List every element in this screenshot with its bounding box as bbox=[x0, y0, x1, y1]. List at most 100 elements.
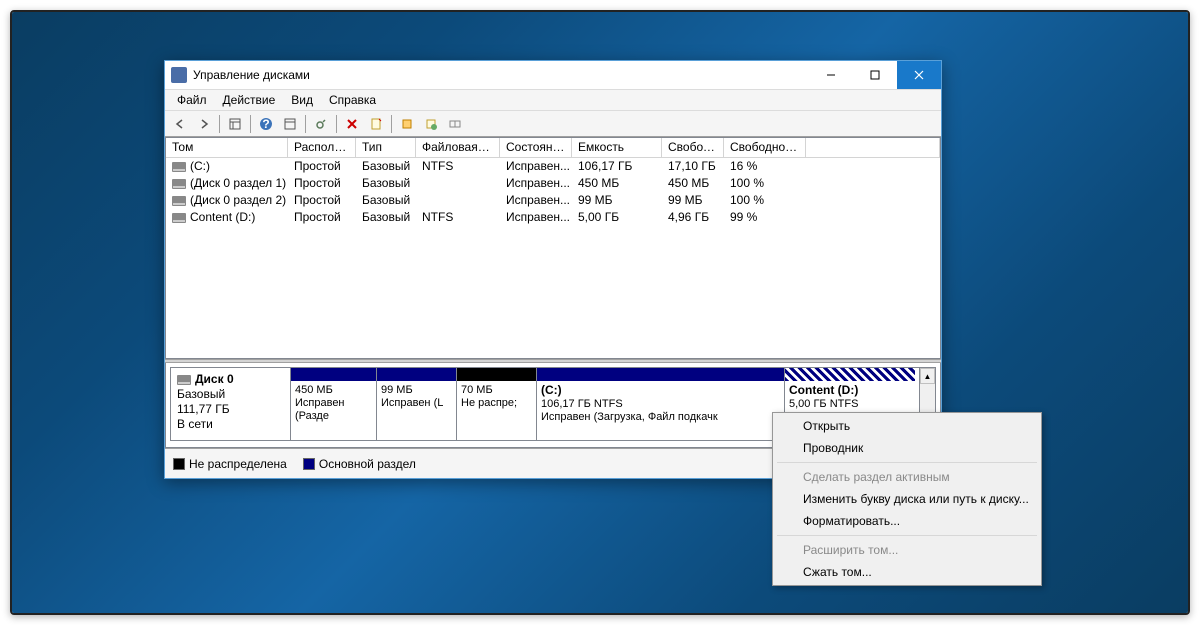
cell: Простой bbox=[288, 175, 356, 192]
cell: 450 МБ bbox=[572, 175, 662, 192]
column-header[interactable]: Том bbox=[166, 138, 288, 158]
context-menu-item: Сделать раздел активным bbox=[775, 466, 1039, 488]
disk-size: 111,77 ГБ bbox=[177, 402, 230, 416]
cell: 4,96 ГБ bbox=[662, 209, 724, 226]
column-header[interactable]: Располо... bbox=[288, 138, 356, 158]
context-menu-item[interactable]: Изменить букву диска или путь к диску... bbox=[775, 488, 1039, 510]
partition[interactable]: (C:)106,17 ГБ NTFSИсправен (Загрузка, Фа… bbox=[537, 368, 785, 440]
column-header[interactable]: Свобод... bbox=[662, 138, 724, 158]
scroll-up-button[interactable]: ▲ bbox=[920, 368, 935, 384]
back-button[interactable] bbox=[169, 113, 191, 135]
menu-вид[interactable]: Вид bbox=[283, 91, 321, 109]
partition-label: 450 МБИсправен (Разде bbox=[291, 381, 376, 440]
volume-row[interactable]: (C:)ПростойБазовыйNTFSИсправен...106,17 … bbox=[166, 158, 940, 175]
cell: Простой bbox=[288, 209, 356, 226]
close-button[interactable] bbox=[897, 61, 941, 89]
cell: 100 % bbox=[724, 192, 806, 209]
menu-файл[interactable]: Файл bbox=[169, 91, 215, 109]
cell: Исправен... bbox=[500, 192, 572, 209]
minimize-button[interactable] bbox=[809, 61, 853, 89]
forward-button[interactable] bbox=[193, 113, 215, 135]
menubar: ФайлДействиеВидСправка bbox=[165, 89, 941, 111]
volume-icon bbox=[172, 196, 186, 206]
swatch-unallocated bbox=[173, 458, 185, 470]
context-menu-item[interactable]: Сжать том... bbox=[775, 561, 1039, 583]
column-header[interactable]: Тип bbox=[356, 138, 416, 158]
column-header[interactable]: Свободно % bbox=[724, 138, 806, 158]
titlebar[interactable]: Управление дисками bbox=[165, 61, 941, 89]
cell: Исправен... bbox=[500, 209, 572, 226]
disk-status: В сети bbox=[177, 417, 213, 431]
cell: Базовый bbox=[356, 158, 416, 175]
context-menu-item: Расширить том... bbox=[775, 539, 1039, 561]
menu-действие[interactable]: Действие bbox=[215, 91, 284, 109]
volume-row[interactable]: (Диск 0 раздел 1)ПростойБазовый Исправен.… bbox=[166, 175, 940, 192]
action2-button[interactable] bbox=[420, 113, 442, 135]
disk-name: Диск 0 bbox=[195, 372, 234, 386]
partition-bar bbox=[537, 368, 784, 381]
disk-info[interactable]: Диск 0 Базовый 111,77 ГБ В сети bbox=[171, 368, 291, 440]
volume-row[interactable]: (Диск 0 раздел 2)ПростойБазовыйИсправен.… bbox=[166, 192, 940, 209]
cell: Базовый bbox=[356, 175, 416, 192]
toolbar: ? bbox=[165, 111, 941, 137]
cell: 106,17 ГБ bbox=[572, 158, 662, 175]
legend-primary: Основной раздел bbox=[319, 457, 416, 471]
cell: NTFS bbox=[416, 158, 500, 175]
column-header[interactable]: Состояние bbox=[500, 138, 572, 158]
partition[interactable]: 99 МБИсправен (L bbox=[377, 368, 457, 440]
cell: 5,00 ГБ bbox=[572, 209, 662, 226]
cell: 100 % bbox=[724, 175, 806, 192]
column-header[interactable]: Емкость bbox=[572, 138, 662, 158]
cell: NTFS bbox=[416, 209, 500, 226]
cell: Базовый bbox=[356, 192, 416, 209]
window-title: Управление дисками bbox=[193, 68, 809, 82]
properties-button[interactable] bbox=[365, 113, 387, 135]
partition-label: 99 МБИсправен (L bbox=[377, 381, 456, 440]
refresh-button[interactable] bbox=[310, 113, 332, 135]
volume-icon bbox=[172, 213, 186, 223]
maximize-button[interactable] bbox=[853, 61, 897, 89]
list-header[interactable]: ТомРасполо...ТипФайловая с...СостояниеЕм… bbox=[166, 138, 940, 158]
disk-type: Базовый bbox=[177, 387, 225, 401]
context-menu-item[interactable]: Форматировать... bbox=[775, 510, 1039, 532]
partition[interactable]: 450 МБИсправен (Разде bbox=[291, 368, 377, 440]
volume-icon bbox=[172, 162, 186, 172]
settings-button[interactable] bbox=[279, 113, 301, 135]
show-hide-button[interactable] bbox=[224, 113, 246, 135]
disk-icon bbox=[177, 375, 191, 385]
cell: Исправен... bbox=[500, 158, 572, 175]
partition[interactable]: 70 МБНе распре; bbox=[457, 368, 537, 440]
help-button[interactable]: ? bbox=[255, 113, 277, 135]
column-header[interactable]: Файловая с... bbox=[416, 138, 500, 158]
cell: 450 МБ bbox=[662, 175, 724, 192]
partition-label: (C:)106,17 ГБ NTFSИсправен (Загрузка, Фа… bbox=[537, 381, 784, 440]
context-menu: ОткрытьПроводник Сделать раздел активнымИ… bbox=[772, 412, 1042, 586]
cell: (C:) bbox=[166, 158, 288, 175]
cell bbox=[416, 175, 500, 192]
volume-row[interactable]: Content (D:)ПростойБазовыйNTFSИсправен..… bbox=[166, 209, 940, 226]
cell: Простой bbox=[288, 158, 356, 175]
menu-separator bbox=[777, 462, 1037, 463]
delete-button[interactable] bbox=[341, 113, 363, 135]
volume-list[interactable]: ТомРасполо...ТипФайловая с...СостояниеЕм… bbox=[165, 137, 941, 359]
legend-unallocated: Не распределена bbox=[189, 457, 287, 471]
volume-icon bbox=[172, 179, 186, 189]
cell: (Диск 0 раздел 1) bbox=[166, 175, 288, 192]
menu-справка[interactable]: Справка bbox=[321, 91, 384, 109]
action3-button[interactable] bbox=[444, 113, 466, 135]
partition-bar bbox=[785, 368, 915, 381]
cell: 99 МБ bbox=[662, 192, 724, 209]
partition-bar bbox=[291, 368, 376, 381]
app-icon bbox=[171, 67, 187, 83]
context-menu-item[interactable]: Открыть bbox=[775, 415, 1039, 437]
partition-bar bbox=[377, 368, 456, 381]
action1-button[interactable] bbox=[396, 113, 418, 135]
context-menu-item[interactable]: Проводник bbox=[775, 437, 1039, 459]
cell: 99 МБ bbox=[572, 192, 662, 209]
cell: Исправен... bbox=[500, 175, 572, 192]
swatch-primary bbox=[303, 458, 315, 470]
cell bbox=[416, 192, 500, 209]
cell: 16 % bbox=[724, 158, 806, 175]
cell: Content (D:) bbox=[166, 209, 288, 226]
cell: 99 % bbox=[724, 209, 806, 226]
